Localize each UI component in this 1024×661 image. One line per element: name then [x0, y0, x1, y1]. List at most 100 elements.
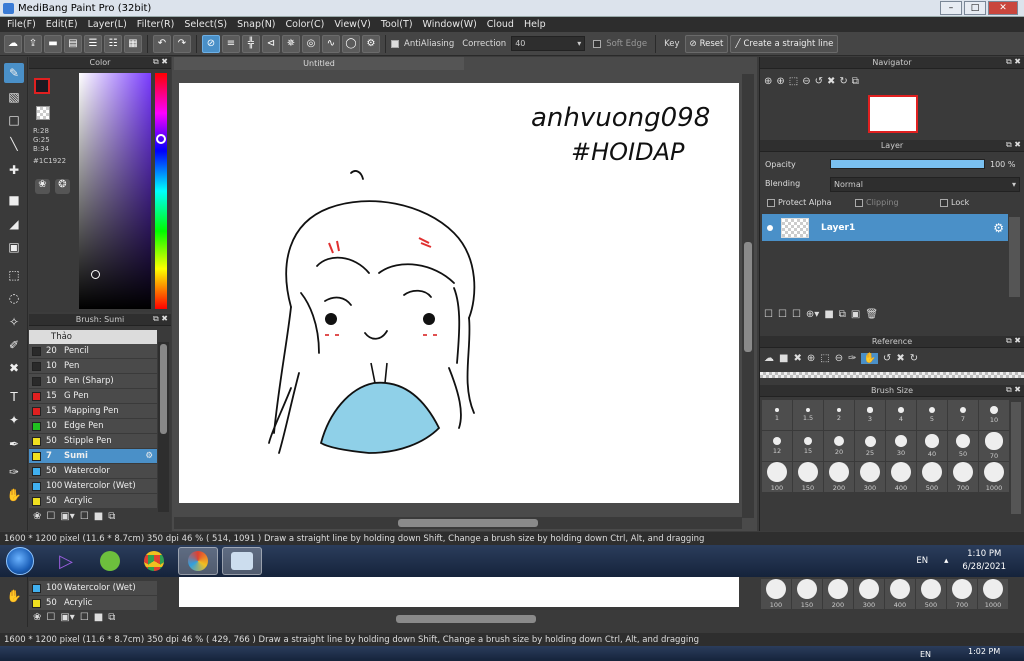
brush-size-cell[interactable]: 5 — [917, 400, 947, 430]
new-brush-icon[interactable]: ☐ — [46, 612, 55, 623]
opacity-slider[interactable] — [830, 159, 985, 169]
drawing-canvas[interactable]: anhvuong098 #HOIDAP — [179, 83, 739, 503]
chrome-icon[interactable] — [134, 547, 174, 575]
move-tool-icon[interactable]: ✚ — [4, 160, 24, 180]
new-brush-icon[interactable]: ☐ — [46, 511, 55, 522]
list-icon[interactable]: ☷ — [104, 34, 122, 53]
redo-icon[interactable]: ↷ — [173, 34, 191, 53]
panel-close-icon[interactable]: ⧉ ✖ — [1006, 385, 1021, 395]
zoom-out-icon[interactable]: ⊖ — [802, 76, 810, 87]
mirror-icon[interactable]: ⧉ — [852, 76, 859, 87]
comment-icon[interactable]: ▬ — [44, 34, 62, 53]
rotate-left-icon[interactable]: ↺ — [815, 76, 823, 87]
layer-visibility-icon[interactable] — [767, 224, 773, 231]
message-icon[interactable]: ▤ — [64, 34, 82, 53]
new-layer-8bit-icon[interactable]: ☐ — [778, 309, 787, 320]
menu-cloud[interactable]: Cloud — [482, 19, 519, 30]
antialiasing-checkbox[interactable] — [391, 39, 399, 48]
brush-list-scrollbar[interactable] — [158, 342, 169, 512]
layer-scrollbar[interactable] — [1009, 217, 1020, 297]
rotate-right-icon[interactable]: ↻ — [910, 353, 918, 364]
hand-tool-icon[interactable]: ✋ — [4, 586, 24, 606]
visual-studio-icon[interactable]: ▷ — [46, 547, 86, 575]
zoom-out-icon[interactable]: ⊖ — [835, 353, 843, 364]
menu-window[interactable]: Window(W) — [418, 19, 482, 30]
navigator-thumbnail[interactable] — [868, 95, 918, 133]
clock-time[interactable]: 1:02 PM — [968, 647, 1000, 656]
brush-size-cell[interactable]: 30 — [886, 431, 916, 461]
brush-row[interactable]: 15 G Pen — [29, 389, 157, 404]
brush-size-cell[interactable]: 1000 — [978, 579, 1008, 609]
snap-parallel-icon[interactable]: ≡ — [222, 34, 240, 53]
brush-group[interactable]: Thảo — [29, 330, 157, 344]
document-tab[interactable]: Untitled — [174, 57, 464, 70]
tray-arrow-icon[interactable]: ▴ — [944, 556, 948, 566]
brush-size-cell[interactable]: 700 — [948, 462, 978, 492]
text-tool-icon[interactable]: T — [4, 387, 24, 407]
reference-open-icon[interactable]: ■ — [779, 353, 788, 364]
clipping-checkbox[interactable] — [855, 198, 863, 207]
fit-icon[interactable]: ⬚ — [789, 76, 798, 87]
brush-size-cell[interactable]: 15 — [793, 431, 823, 461]
new-layer-1bit-icon[interactable]: ☐ — [792, 309, 801, 320]
brush-size-cell[interactable]: 200 — [824, 462, 854, 492]
brush-size-cell[interactable]: 2 — [824, 400, 854, 430]
saturation-value-picker[interactable] — [79, 73, 151, 309]
grid-icon[interactable]: ▦ — [124, 34, 142, 53]
brush-size-cell[interactable]: 150 — [793, 462, 823, 492]
brush-row[interactable]: 50 Watercolor — [29, 464, 157, 479]
brush-row[interactable]: 15 Mapping Pen — [29, 404, 157, 419]
language-indicator[interactable]: EN — [920, 650, 931, 659]
snap-radial-icon[interactable]: ✵ — [282, 34, 300, 53]
brush-row[interactable]: 50 Acrylic — [29, 596, 157, 611]
shape-tool-icon[interactable]: ╲ — [4, 134, 24, 154]
coccoc-browser-icon[interactable] — [90, 547, 130, 575]
reset-button[interactable]: ⊘ Reset — [684, 34, 729, 53]
divide-tool-icon[interactable]: ✒ — [4, 434, 24, 454]
close-button[interactable]: ✕ — [988, 1, 1018, 15]
layer-add-menu-icon[interactable]: ⊕▾ — [806, 309, 819, 320]
bucket-tool-icon[interactable]: ◢ — [4, 214, 24, 234]
layer-row[interactable]: Layer1 ⚙ — [762, 214, 1008, 241]
brush-size-cell[interactable]: 400 — [885, 579, 915, 609]
flip-icon[interactable]: ✖ — [896, 353, 904, 364]
canvas-horizontal-scrollbar[interactable] — [174, 517, 742, 529]
soft-edge-checkbox[interactable] — [593, 39, 602, 48]
cloud-icon[interactable]: ☁ — [4, 34, 22, 53]
duplicate-layer-icon[interactable]: ⧉ — [839, 309, 846, 320]
maximize-button[interactable]: □ — [964, 1, 986, 15]
eyedropper-tool-icon[interactable]: ✑ — [4, 462, 24, 482]
layer-folder-icon[interactable]: ■ — [824, 309, 833, 320]
start-button[interactable] — [6, 547, 34, 575]
dot-tool-icon[interactable]: □ — [4, 110, 24, 130]
panel-close-icon[interactable]: ⧉ ✖ — [153, 57, 168, 67]
menu-help[interactable]: Help — [519, 19, 551, 30]
brush-copy-icon[interactable]: ⧉ — [108, 511, 115, 522]
menu-edit[interactable]: Edit(E) — [41, 19, 83, 30]
scrollbar-thumb[interactable] — [744, 242, 752, 352]
brush-size-cell[interactable]: 20 — [824, 431, 854, 461]
brush-size-cell[interactable]: 10 — [979, 400, 1009, 430]
brush-size-cell[interactable]: 150 — [792, 579, 822, 609]
add-brush-icon[interactable]: ❀ — [33, 511, 41, 522]
brush-row[interactable]: 50 Acrylic — [29, 494, 157, 509]
brush-row[interactable]: 10 Pen (Sharp) — [29, 374, 157, 389]
brush-tool-icon[interactable]: ✎ — [4, 63, 24, 83]
hue-slider[interactable] — [155, 73, 167, 309]
clock-date[interactable]: 6/28/2021 — [962, 561, 1006, 574]
brush-size-cell[interactable]: 70 — [979, 431, 1009, 461]
snap-concentric-icon[interactable]: ◎ — [302, 34, 320, 53]
panel-close-icon[interactable]: ⧉ ✖ — [1006, 336, 1021, 346]
create-straight-line-button[interactable]: ╱ Create a straight line — [730, 34, 839, 53]
menu-tool[interactable]: Tool(T) — [376, 19, 418, 30]
rotate-right-icon[interactable]: ↻ — [839, 76, 847, 87]
brush-size-cell[interactable]: 25 — [855, 431, 885, 461]
lock-checkbox[interactable] — [940, 198, 948, 207]
brush-size-cell[interactable]: 4 — [886, 400, 916, 430]
brush-size-cell[interactable]: 1 — [762, 400, 792, 430]
gear-icon[interactable]: ⚙ — [993, 221, 1004, 235]
brush-size-cell[interactable]: 3 — [855, 400, 885, 430]
eyedropper-icon[interactable]: ✑ — [848, 353, 856, 364]
gear-icon[interactable]: ⚙ — [145, 451, 153, 461]
brush-size-cell[interactable]: 1.5 — [793, 400, 823, 430]
